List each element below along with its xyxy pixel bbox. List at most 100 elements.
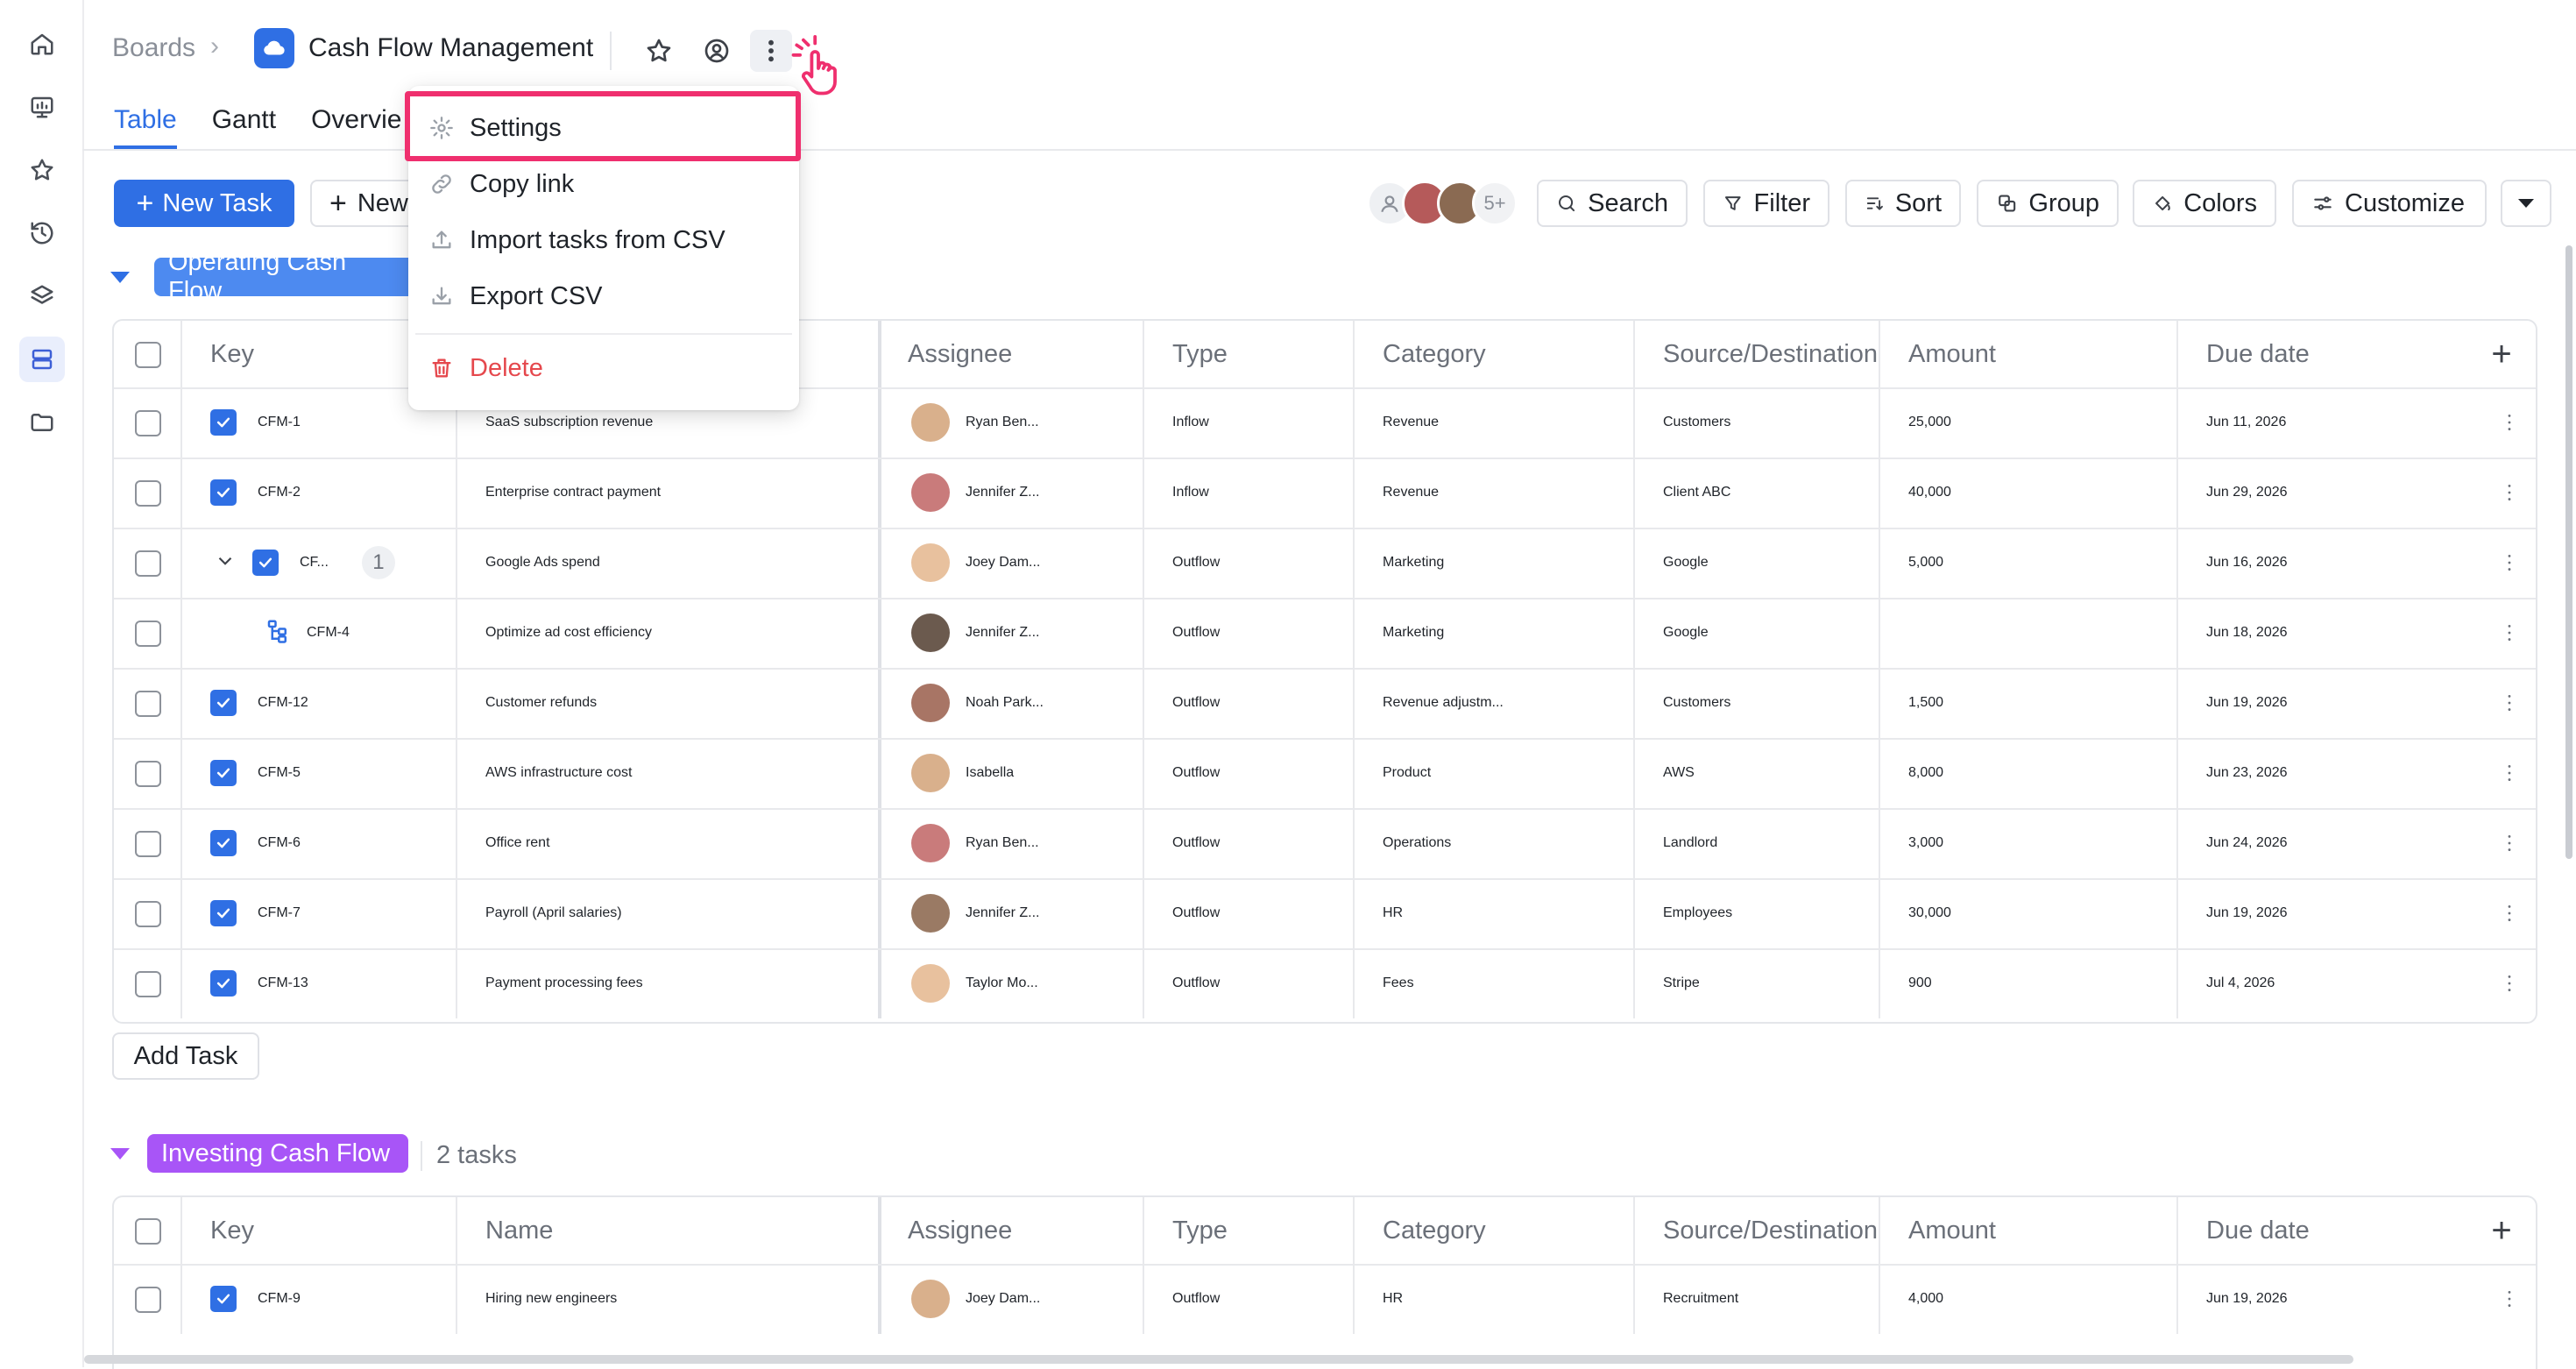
search-button[interactable]: Search: [1537, 180, 1688, 227]
assignee-name: Isabella: [966, 765, 1015, 780]
column-header-source[interactable]: Source/Destination: [1633, 1197, 1879, 1264]
column-header-assignee[interactable]: Assignee: [878, 321, 1143, 387]
column-header-key[interactable]: Key: [180, 1197, 456, 1264]
name-cell[interactable]: Payment processing fees: [456, 948, 878, 1018]
name-cell[interactable]: Hiring new engineers: [456, 1264, 878, 1334]
member-avatars[interactable]: 5+: [1367, 181, 1518, 226]
select-all-checkbox[interactable]: [135, 342, 161, 368]
chevron-down-icon[interactable]: [214, 550, 237, 577]
left-rail: [0, 0, 84, 1367]
history-icon[interactable]: [19, 210, 65, 256]
row-more-icon[interactable]: [2492, 948, 2527, 1018]
column-header-amount[interactable]: Amount: [1879, 321, 2176, 387]
name-cell[interactable]: Customer refunds: [456, 668, 878, 738]
column-header-name[interactable]: Name: [456, 1197, 878, 1264]
row-checkbox[interactable]: [135, 480, 161, 507]
task-key[interactable]: CFM-1: [258, 415, 301, 430]
menu-item-delete[interactable]: Delete: [429, 344, 543, 393]
group-label-operating[interactable]: Operating Cash Flow: [154, 248, 417, 305]
menu-item-copy-link[interactable]: Copy link: [429, 160, 574, 209]
row-checkbox[interactable]: [135, 550, 161, 577]
add-column-button[interactable]: +: [2480, 1206, 2523, 1255]
row-checkbox[interactable]: [135, 410, 161, 436]
menu-item-export-csv[interactable]: Export CSV: [429, 272, 603, 321]
row-more-icon[interactable]: [2492, 1264, 2527, 1334]
row-more-icon[interactable]: [2492, 808, 2527, 878]
task-key[interactable]: CF...: [300, 555, 329, 571]
name-cell[interactable]: Optimize ad cost efficiency: [456, 598, 878, 668]
home-icon[interactable]: [19, 21, 65, 67]
filter-button[interactable]: Filter: [1703, 180, 1829, 227]
row-checkbox[interactable]: [135, 971, 161, 997]
boards-icon[interactable]: [19, 337, 65, 382]
row-checkbox[interactable]: [135, 621, 161, 647]
column-header-type[interactable]: Type: [1143, 1197, 1353, 1264]
task-key[interactable]: CFM-13: [258, 975, 308, 991]
collapse-caret-icon[interactable]: [110, 1148, 130, 1160]
assignee-cell: Joey Dam...: [878, 1264, 1143, 1334]
new-item-button[interactable]: + New: [310, 180, 424, 227]
task-key[interactable]: CFM-7: [258, 905, 301, 921]
task-key[interactable]: CFM-4: [307, 625, 350, 641]
task-key[interactable]: CFM-12: [258, 695, 308, 711]
task-key[interactable]: CFM-2: [258, 485, 301, 500]
row-checkbox[interactable]: [135, 691, 161, 717]
add-column-button[interactable]: +: [2480, 330, 2523, 379]
task-key[interactable]: CFM-6: [258, 835, 301, 851]
row-more-icon[interactable]: [2492, 668, 2527, 738]
layers-icon[interactable]: [19, 273, 65, 319]
assignee-cell: Isabella: [878, 738, 1143, 808]
task-key[interactable]: CFM-9: [258, 1291, 301, 1307]
new-task-button[interactable]: + New Task: [114, 180, 294, 227]
name-cell[interactable]: Google Ads spend: [456, 528, 878, 598]
row-more-icon[interactable]: [2492, 458, 2527, 528]
row-checkbox[interactable]: [135, 761, 161, 787]
row-more-icon[interactable]: [2492, 528, 2527, 598]
folder-icon[interactable]: [19, 400, 65, 445]
row-more-icon[interactable]: [2492, 387, 2527, 458]
type-cell: Outflow: [1172, 1291, 1221, 1306]
group-button[interactable]: Group: [1977, 180, 2119, 227]
name-cell[interactable]: AWS infrastructure cost: [456, 738, 878, 808]
vertical-scrollbar[interactable]: [2565, 245, 2572, 859]
column-header-source[interactable]: Source/Destination: [1633, 321, 1879, 387]
tab-gantt[interactable]: Gantt: [212, 105, 276, 149]
column-header-category[interactable]: Category: [1353, 321, 1633, 387]
star-icon[interactable]: [19, 147, 65, 193]
due-cell: Jun 19, 2026: [2206, 695, 2288, 710]
category-cell: Marketing: [1383, 555, 1445, 570]
task-key[interactable]: CFM-5: [258, 765, 301, 781]
name-cell[interactable]: Office rent: [456, 808, 878, 878]
task-type-icon: [252, 550, 279, 576]
menu-item-import-csv[interactable]: Import tasks from CSV: [429, 216, 725, 265]
column-header-assignee[interactable]: Assignee: [878, 1197, 1143, 1264]
row-more-icon[interactable]: [2492, 598, 2527, 668]
sort-button[interactable]: Sort: [1845, 180, 1961, 227]
colors-button[interactable]: Colors: [2133, 180, 2276, 227]
row-checkbox[interactable]: [135, 901, 161, 927]
name-cell[interactable]: Payroll (April salaries): [456, 878, 878, 948]
horizontal-scrollbar[interactable]: [84, 1355, 2353, 1364]
column-header-amount[interactable]: Amount: [1879, 1197, 2176, 1264]
row-checkbox[interactable]: [135, 1287, 161, 1313]
select-all-checkbox[interactable]: [135, 1218, 161, 1245]
row-checkbox[interactable]: [135, 831, 161, 857]
row-more-icon[interactable]: [2492, 878, 2527, 948]
name-cell[interactable]: Enterprise contract payment: [456, 458, 878, 528]
watch-icon[interactable]: [696, 30, 738, 72]
collapse-caret-icon[interactable]: [110, 272, 130, 283]
row-more-icon[interactable]: [2492, 738, 2527, 808]
source-cell: AWS: [1663, 765, 1695, 780]
group-label-investing[interactable]: Investing Cash Flow: [147, 1134, 408, 1173]
add-task-button[interactable]: Add Task: [112, 1032, 259, 1080]
tab-overview[interactable]: Overvie: [311, 105, 401, 149]
toolbar-more-button[interactable]: [2501, 180, 2551, 227]
tab-table[interactable]: Table: [114, 105, 177, 149]
column-header-category[interactable]: Category: [1353, 1197, 1633, 1264]
customize-button[interactable]: Customize: [2292, 180, 2487, 227]
dashboard-icon[interactable]: [19, 84, 65, 130]
favorite-star-icon[interactable]: [638, 30, 680, 72]
column-header-type[interactable]: Type: [1143, 321, 1353, 387]
avatar: [911, 754, 950, 792]
breadcrumb[interactable]: Boards: [112, 33, 195, 63]
